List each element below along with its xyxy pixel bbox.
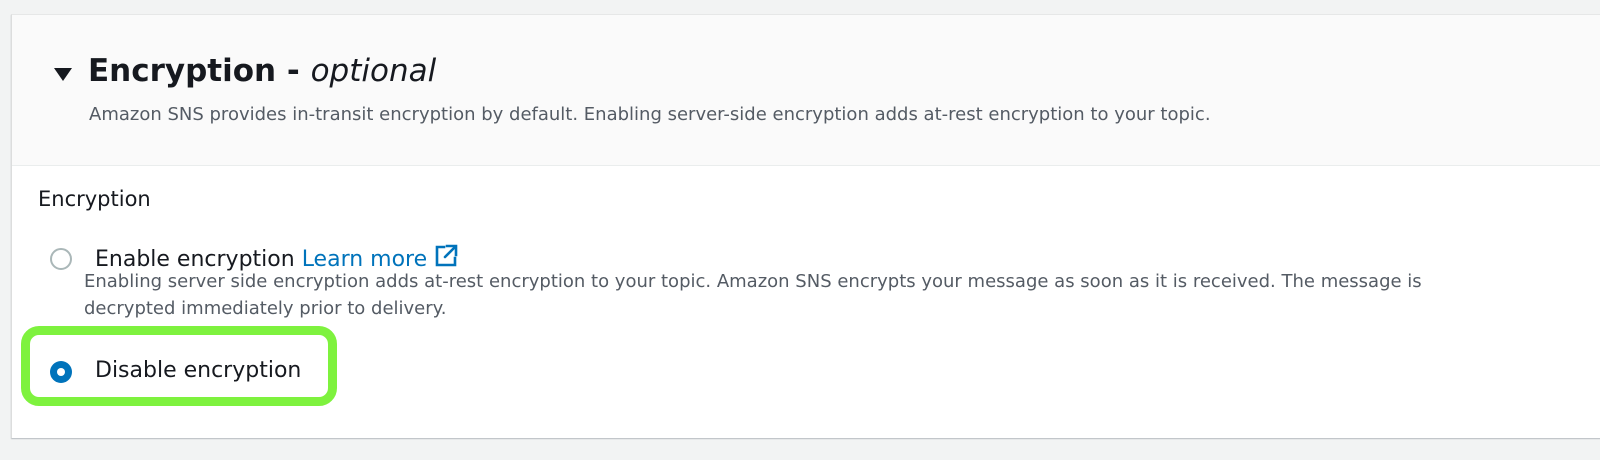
disable-encryption-radio[interactable] [50, 361, 72, 383]
expand-caret-icon[interactable] [54, 68, 72, 81]
panel-header: Encryption - optional Amazon SNS provide… [12, 15, 1600, 166]
external-link-icon[interactable] [433, 243, 459, 269]
enable-encryption-radio[interactable] [50, 248, 72, 270]
enable-encryption-description: Enabling server side encryption adds at-… [84, 271, 1422, 319]
section-title-text: Encryption - [88, 53, 311, 89]
section-description: Amazon SNS provides in-transit encryptio… [89, 104, 1211, 125]
section-title-optional: optional [310, 53, 437, 89]
encryption-field-label: Encryption [38, 187, 151, 211]
section-title[interactable]: Encryption - optional [88, 51, 436, 91]
disable-encryption-label[interactable]: Disable encryption [95, 356, 301, 386]
